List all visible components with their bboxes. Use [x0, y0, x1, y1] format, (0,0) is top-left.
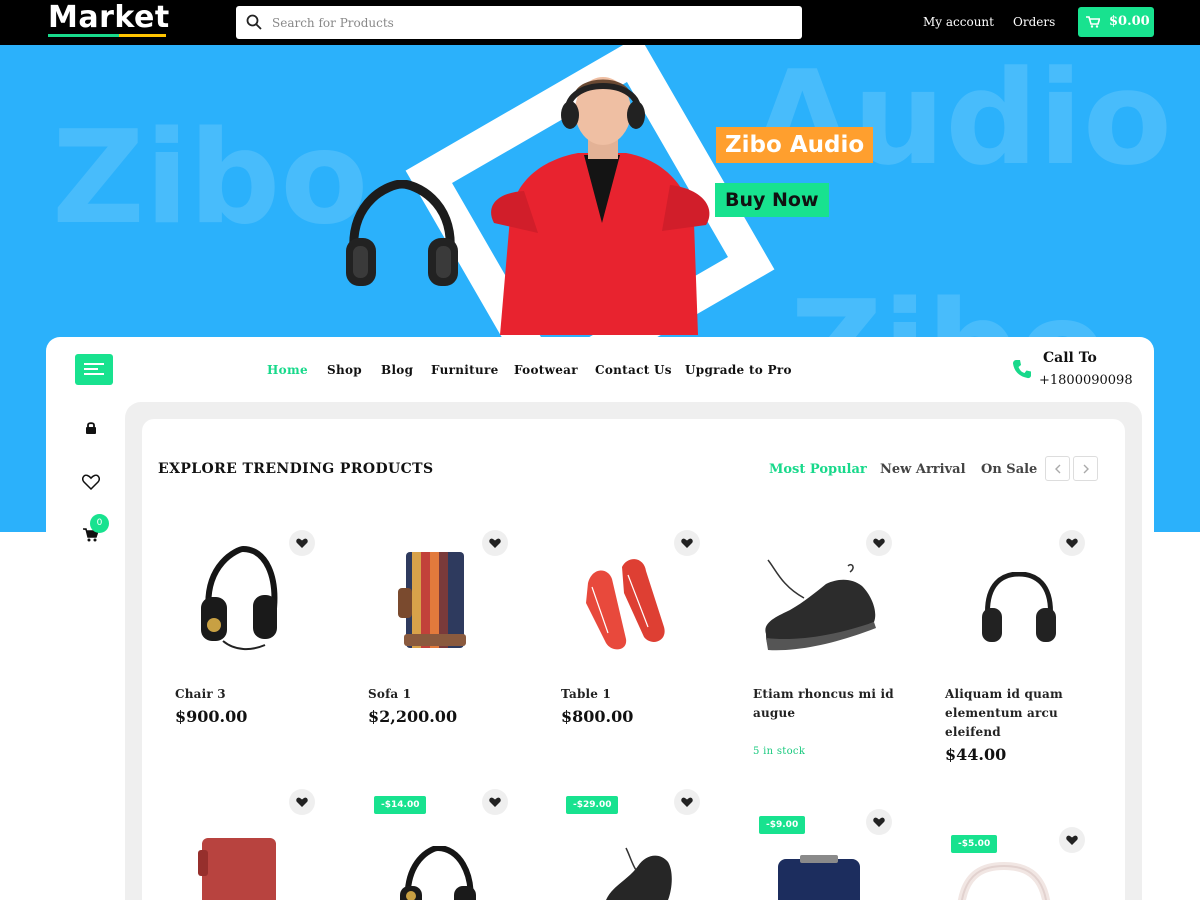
- headphones-image: [346, 180, 458, 286]
- product-image[interactable]: [955, 862, 1053, 900]
- heart-icon: [873, 538, 885, 548]
- filter-most-popular[interactable]: Most Popular: [769, 462, 867, 477]
- heart-icon: [296, 538, 308, 548]
- product-name[interactable]: Chair 3: [175, 685, 226, 704]
- product-image[interactable]: [578, 553, 670, 657]
- call-to-label: Call To: [1043, 350, 1097, 366]
- wishlist-button[interactable]: [866, 809, 892, 835]
- product-image[interactable]: [980, 572, 1058, 644]
- product-price: $800.00: [561, 707, 634, 726]
- stock-status: 5 in stock: [753, 746, 806, 757]
- section-title: EXPLORE TRENDING PRODUCTS: [158, 461, 434, 477]
- sale-badge: -$14.00: [374, 796, 427, 814]
- wishlist-button[interactable]: [674, 530, 700, 556]
- call-number[interactable]: +1800090098: [1039, 373, 1133, 388]
- logo[interactable]: Market: [48, 2, 170, 34]
- hero-label: Zibo Audio: [716, 127, 874, 163]
- product-name[interactable]: Sofa 1: [368, 685, 411, 704]
- product-name[interactable]: Etiam rhoncus mi id: [753, 685, 894, 704]
- wishlist-button[interactable]: [289, 530, 315, 556]
- product-image[interactable]: [774, 855, 864, 900]
- wishlist-button[interactable]: [1059, 827, 1085, 853]
- next-button[interactable]: [1073, 456, 1098, 481]
- prev-button[interactable]: [1045, 456, 1070, 481]
- my-account-link[interactable]: My account: [923, 15, 994, 29]
- product-price: $900.00: [175, 707, 248, 726]
- orders-link[interactable]: Orders: [1013, 15, 1055, 29]
- product-image[interactable]: [760, 556, 880, 656]
- product-image[interactable]: [398, 846, 478, 900]
- wishlist-button[interactable]: [866, 530, 892, 556]
- cart-icon: [1086, 16, 1100, 28]
- search-icon[interactable]: [246, 14, 262, 30]
- heart-icon: [489, 797, 501, 807]
- products-card: [142, 419, 1125, 900]
- heart-icon: [681, 797, 693, 807]
- wishlist-button[interactable]: [674, 789, 700, 815]
- hero-bg-word: Zibo: [52, 104, 369, 253]
- search-box: [236, 6, 802, 39]
- sale-badge: -$9.00: [759, 816, 806, 834]
- sale-badge: -$5.00: [951, 835, 998, 853]
- heart-icon: [1066, 538, 1078, 548]
- product-name[interactable]: Aliquam id quam: [945, 685, 1063, 704]
- product-image[interactable]: [198, 836, 280, 900]
- nav-upgrade-to-pro[interactable]: Upgrade to Pro: [685, 363, 792, 377]
- nav-footwear[interactable]: Footwear: [514, 363, 578, 377]
- product-name[interactable]: eleifend: [945, 723, 1001, 742]
- model-image: [491, 77, 710, 335]
- nav-blog[interactable]: Blog: [381, 363, 413, 377]
- product-price: $2,200.00: [368, 707, 458, 726]
- wishlist-button[interactable]: [482, 789, 508, 815]
- lock-icon[interactable]: [85, 421, 97, 435]
- logo-underline: [48, 34, 166, 37]
- chevron-left-icon: [1055, 464, 1061, 474]
- cart-count-badge: 0: [90, 514, 109, 533]
- wishlist-button[interactable]: [1059, 530, 1085, 556]
- sale-badge: -$29.00: [566, 796, 619, 814]
- heart-icon: [296, 797, 308, 807]
- cart-button[interactable]: $0.00: [1078, 7, 1154, 37]
- product-name[interactable]: augue: [753, 704, 795, 723]
- heart-icon: [489, 538, 501, 548]
- product-image[interactable]: [398, 548, 470, 654]
- phone-icon: [1013, 360, 1031, 379]
- wishlist-button[interactable]: [289, 789, 315, 815]
- product-image[interactable]: [195, 545, 281, 655]
- filter-new-arrival[interactable]: New Arrival: [880, 462, 966, 477]
- buy-now-button[interactable]: Buy Now: [715, 183, 829, 217]
- nav-furniture[interactable]: Furniture: [431, 363, 499, 377]
- filter-on-sale[interactable]: On Sale: [981, 462, 1037, 477]
- menu-button[interactable]: [75, 354, 113, 385]
- heart-icon[interactable]: [82, 474, 100, 490]
- wishlist-button[interactable]: [482, 530, 508, 556]
- hero-bg-word: Audio: [752, 45, 1173, 194]
- nav-shop[interactable]: Shop: [327, 363, 362, 377]
- nav-home[interactable]: Home: [267, 363, 308, 377]
- search-input[interactable]: [272, 6, 792, 39]
- chevron-right-icon: [1083, 464, 1089, 474]
- cart-total: $0.00: [1109, 14, 1150, 29]
- heart-icon: [681, 538, 693, 548]
- heart-icon: [873, 817, 885, 827]
- product-name[interactable]: Table 1: [561, 685, 611, 704]
- top-bar: Market My account Orders $0.00: [0, 0, 1200, 45]
- product-price: $44.00: [945, 745, 1007, 764]
- product-name[interactable]: elementum arcu: [945, 704, 1058, 723]
- heart-icon: [1066, 835, 1078, 845]
- nav-contact-us[interactable]: Contact Us: [595, 363, 672, 377]
- product-image[interactable]: [598, 846, 674, 900]
